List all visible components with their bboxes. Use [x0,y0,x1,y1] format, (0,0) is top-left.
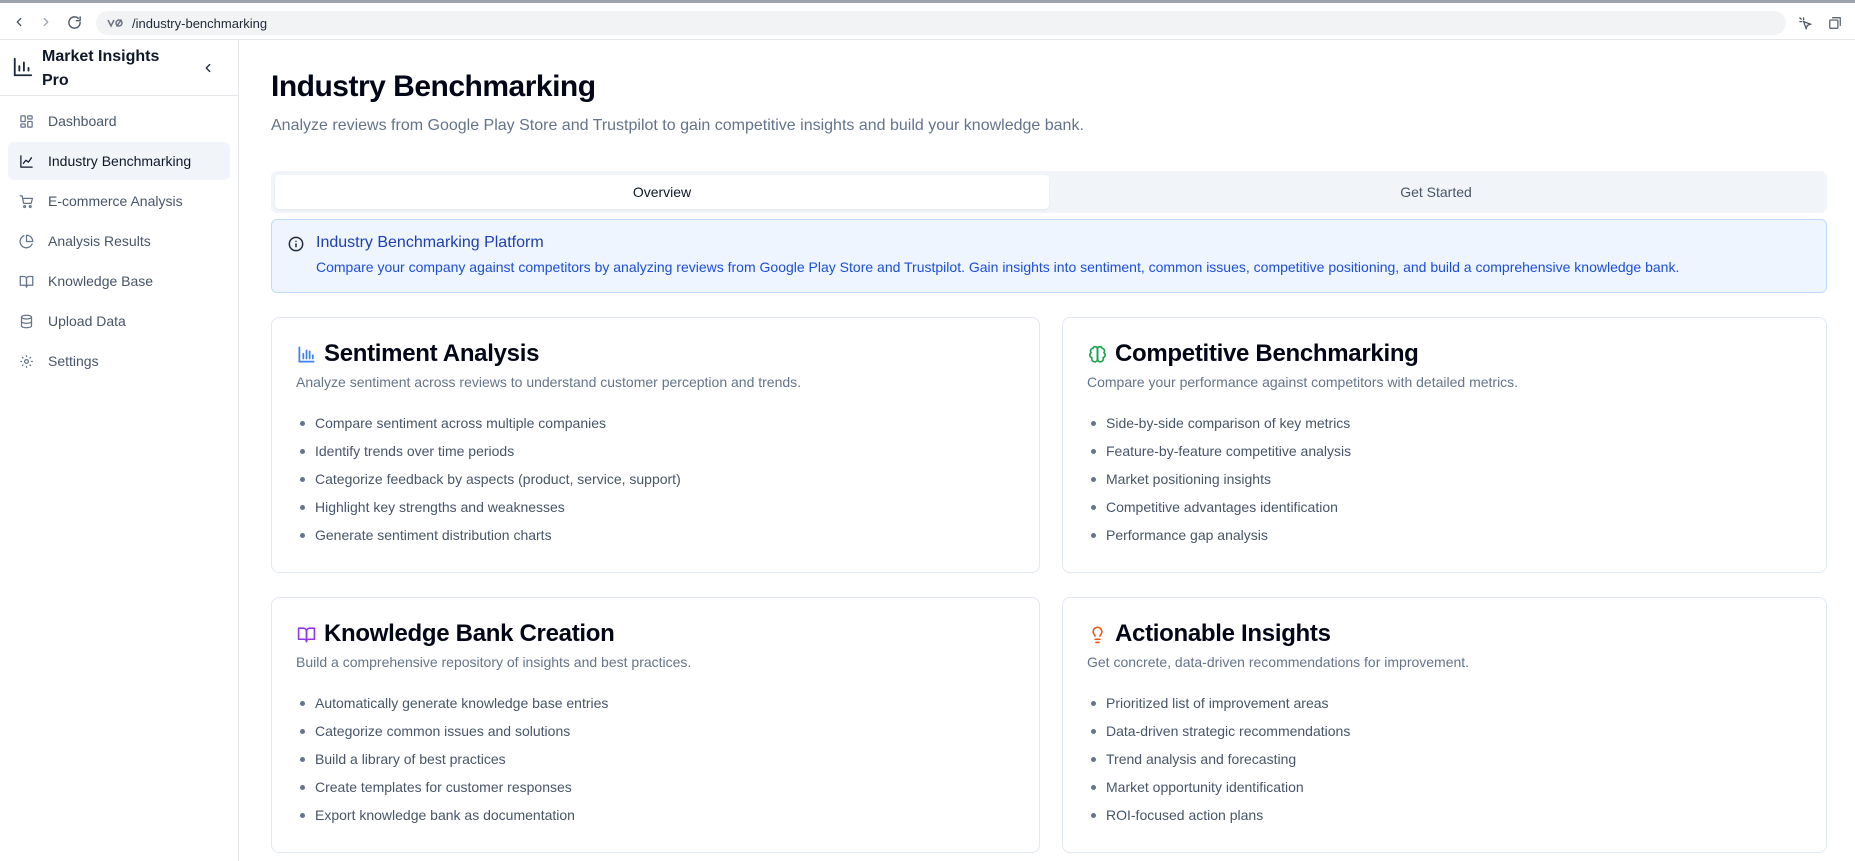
feature-card-competitive-benchmarking: Competitive Benchmarking Compare your pe… [1062,317,1827,573]
card-description: Get concrete, data-driven recommendation… [1087,654,1470,670]
info-alert: Industry Benchmarking Platform Compare y… [271,219,1827,293]
database-icon [18,313,34,329]
sidebar-item-analysis-results[interactable]: Analysis Results [8,222,230,260]
tab-get-started[interactable]: Get Started [1049,175,1823,209]
bar-chart-icon [296,344,316,364]
sidebar-item-label: Industry Benchmarking [48,153,192,169]
app-title: Market Insights Pro [42,48,160,89]
window-icon[interactable] [1825,13,1845,33]
sidebar-item-label: Knowledge Base [48,273,154,289]
sidebar-item-label: Settings [48,353,99,369]
forward-icon[interactable] [36,12,56,32]
sidebar-item-dashboard[interactable]: Dashboard [8,102,230,140]
pie-chart-icon [18,233,34,249]
info-description: Compare your company against competitors… [316,259,1680,275]
list-item: Market positioning insights [1087,470,1351,498]
info-title: Industry Benchmarking Platform [316,234,544,251]
list-item: Compare sentiment across multiple compan… [296,414,681,442]
card-title: Sentiment Analysis [324,340,540,367]
page-title: Industry Benchmarking [271,70,596,103]
sidebar-item-label: Dashboard [48,113,117,129]
bar-chart-logo-icon [12,56,34,78]
gear-icon [18,353,34,369]
tab-overview[interactable]: Overview [275,175,1049,209]
url-text: /industry-benchmarking [132,15,268,31]
back-icon[interactable] [9,12,29,32]
sidebar-item-label: E-commerce Analysis [48,193,183,209]
sidebar-item-industry-benchmarking[interactable]: Industry Benchmarking [8,142,230,180]
card-title: Knowledge Bank Creation [324,620,615,647]
shopping-cart-icon [18,193,34,209]
list-item: Trend analysis and forecasting [1087,750,1350,778]
feature-card-sentiment-analysis: Sentiment Analysis Analyze sentiment acr… [271,317,1040,573]
sidebar-item-ecommerce-analysis[interactable]: E-commerce Analysis [8,182,230,220]
page-subtitle: Analyze reviews from Google Play Store a… [271,117,1084,134]
tab-list: Overview Get Started [271,171,1827,213]
list-item: Prioritized list of improvement areas [1087,694,1350,722]
list-item: Build a library of best practices [296,750,608,778]
sidebar-item-label: Upload Data [48,313,126,329]
cursor-select-icon[interactable] [1795,13,1815,33]
sidebar: Market Insights Pro Dashboard Industry B… [0,40,239,861]
list-item: ROI-focused action plans [1087,806,1350,834]
list-item: Performance gap analysis [1087,526,1351,554]
list-item: Categorize feedback by aspects (product,… [296,470,681,498]
list-item: Create templates for customer responses [296,778,608,806]
collapse-sidebar-button[interactable] [198,58,218,78]
card-title: Competitive Benchmarking [1115,340,1419,367]
divider [0,95,239,96]
feature-list: Side-by-side comparison of key metrics F… [1087,414,1351,554]
reload-icon[interactable] [64,12,84,32]
brand: Market Insights Pro [12,40,227,94]
browser-toolbar: /industry-benchmarking [0,0,1855,40]
sidebar-nav: Dashboard Industry Benchmarking E-commer… [8,102,230,382]
list-item: Categorize common issues and solutions [296,722,608,750]
sidebar-item-settings[interactable]: Settings [8,342,230,380]
list-item: Side-by-side comparison of key metrics [1087,414,1351,442]
list-item: Competitive advantages identification [1087,498,1351,526]
list-item: Generate sentiment distribution charts [296,526,681,554]
list-item: Feature-by-feature competitive analysis [1087,442,1351,470]
sidebar-item-knowledge-base[interactable]: Knowledge Base [8,262,230,300]
list-item: Automatically generate knowledge base en… [296,694,608,722]
line-chart-icon [18,153,34,169]
address-bar[interactable]: /industry-benchmarking [96,11,1786,35]
feature-list: Automatically generate knowledge base en… [296,694,608,834]
feature-list: Prioritized list of improvement areas Da… [1087,694,1350,834]
feature-card-actionable-insights: Actionable Insights Get concrete, data-d… [1062,597,1827,853]
list-item: Market opportunity identification [1087,778,1350,806]
list-item: Data-driven strategic recommendations [1087,722,1350,750]
info-icon [288,236,304,252]
book-open-icon [296,624,316,644]
list-item: Export knowledge bank as documentation [296,806,608,834]
card-title: Actionable Insights [1115,620,1331,647]
card-description: Analyze sentiment across reviews to unde… [296,374,802,390]
lightbulb-icon [1087,624,1107,644]
list-item: Identify trends over time periods [296,442,681,470]
brain-icon [1087,344,1107,364]
card-description: Build a comprehensive repository of insi… [296,654,692,670]
book-open-icon [18,273,34,289]
sidebar-item-upload-data[interactable]: Upload Data [8,302,230,340]
site-info-icon[interactable] [106,16,124,30]
list-item: Highlight key strengths and weaknesses [296,498,681,526]
dashboard-icon [18,113,34,129]
chevron-left-icon [205,63,211,73]
feature-list: Compare sentiment across multiple compan… [296,414,681,554]
card-description: Compare your performance against competi… [1087,374,1519,390]
sidebar-item-label: Analysis Results [48,233,151,249]
feature-card-knowledge-bank-creation: Knowledge Bank Creation Build a comprehe… [271,597,1040,853]
